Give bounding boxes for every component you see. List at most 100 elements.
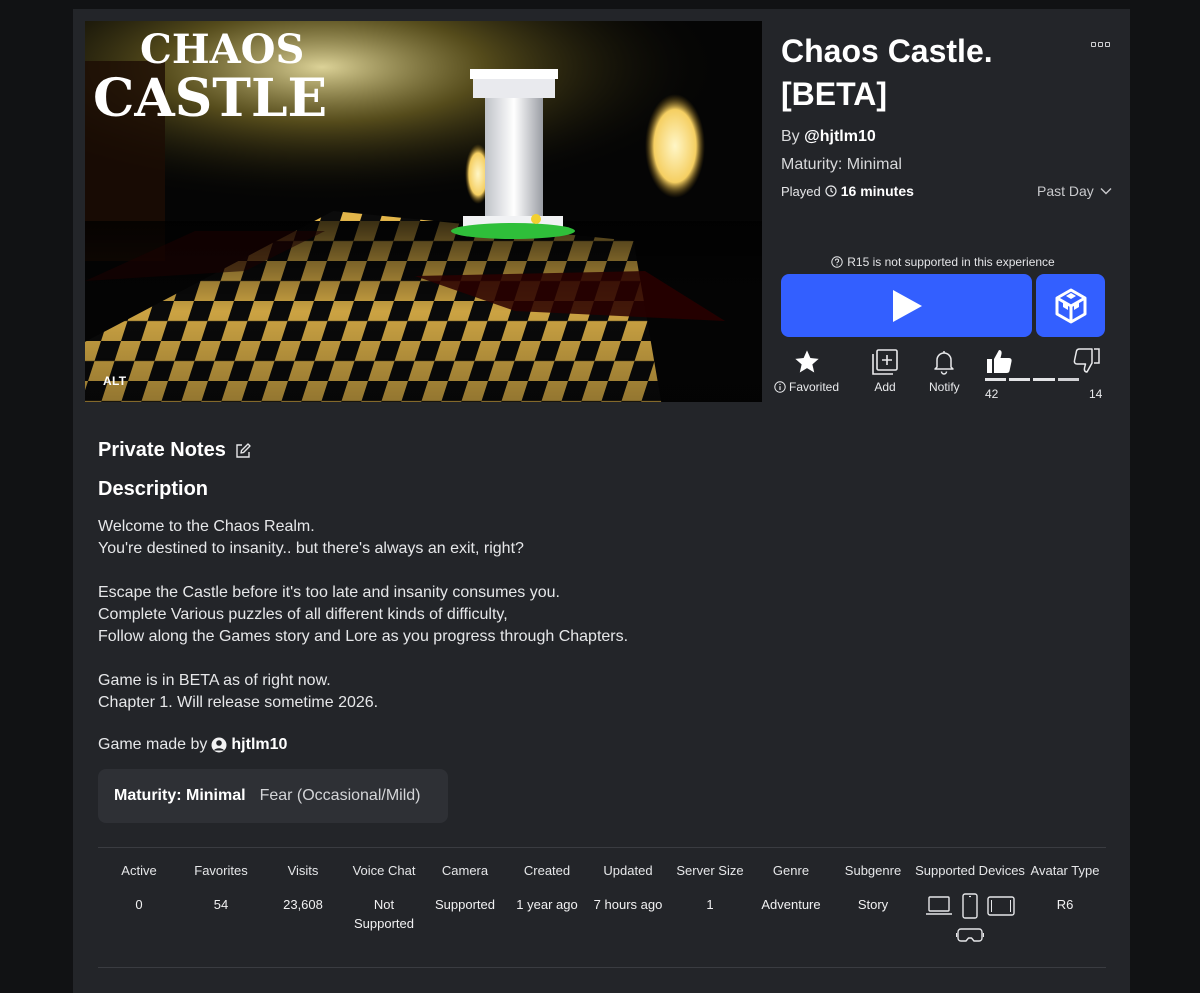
stat-active: Active 0 xyxy=(98,862,180,914)
stat-value: 7 hours ago xyxy=(593,897,663,912)
stat-label: Updated xyxy=(603,863,653,878)
played-duration: 16 minutes xyxy=(840,183,914,199)
game-title: Chaos Castle. [BETA] xyxy=(781,33,993,112)
chevron-down-icon xyxy=(1100,188,1112,195)
bell-icon xyxy=(934,351,955,375)
stat-value[interactable]: Adventure xyxy=(750,895,832,914)
game-thumbnail[interactable]: CHAOS CASTLE ALT xyxy=(85,21,762,402)
thumbs-up-icon xyxy=(987,350,1012,373)
played-label: Played xyxy=(781,183,821,199)
supported-devices-icons xyxy=(914,893,1026,943)
play-button[interactable] xyxy=(781,274,1032,337)
phone-icon xyxy=(962,893,978,919)
stat-label: Supported Devices xyxy=(915,863,1025,878)
stat-genre: Genre Adventure xyxy=(750,862,832,914)
vr-headset-icon xyxy=(956,928,984,942)
vote-bar-segment xyxy=(1057,378,1079,381)
downvote-button[interactable] xyxy=(1073,348,1101,379)
stat-value: Supported xyxy=(435,897,495,912)
description-line xyxy=(98,560,798,582)
notify-button[interactable]: Notify xyxy=(929,348,960,394)
stat-value: 54 xyxy=(213,897,229,912)
add-label: Add xyxy=(874,380,896,394)
stat-camera: Camera Supported xyxy=(424,862,506,914)
add-to-collection-icon xyxy=(872,349,898,375)
stat-visits: Visits 23,608 xyxy=(262,862,344,914)
vote-bar-segment xyxy=(1082,378,1103,381)
r15-notice: R15 is not supported in this experience xyxy=(781,255,1105,269)
stat-label: Avatar Type xyxy=(1030,863,1100,878)
info-icon xyxy=(774,381,786,393)
description-line: Escape the Castle before it's too late a… xyxy=(98,584,560,601)
maturity-rating: Maturity: Minimal xyxy=(781,156,902,173)
description-line: Complete Various puzzles of all differen… xyxy=(98,606,508,623)
computer-icon xyxy=(926,896,952,915)
description-line: Chapter 1. Will release sometime 2026. xyxy=(98,694,379,711)
favorite-button[interactable]: Favorited xyxy=(774,348,839,394)
stat-subgenre: Subgenre Story xyxy=(832,862,914,914)
downvote-count: 14 xyxy=(1089,387,1103,401)
thumbs-down-icon xyxy=(1073,348,1100,373)
stats-divider-bottom xyxy=(98,967,1106,968)
edit-icon[interactable] xyxy=(234,442,252,460)
stat-favorites: Favorites 54 xyxy=(180,862,262,914)
vote-bar-segment xyxy=(1033,378,1055,381)
favorite-label: Favorited xyxy=(789,380,840,394)
help-icon xyxy=(831,256,843,268)
stat-value[interactable]: Story xyxy=(832,895,914,914)
upvote-count: 42 xyxy=(985,387,999,401)
vote-bar-segment xyxy=(1009,378,1031,381)
upvote-button[interactable] xyxy=(985,348,1013,379)
by-prefix: By xyxy=(781,128,800,145)
stat-voice-chat: Voice Chat Not Supported xyxy=(340,862,428,933)
stat-value: Not Supported xyxy=(354,897,414,931)
stat-label: Visits xyxy=(287,863,319,878)
stat-value: 0 xyxy=(135,897,143,912)
stat-label: Genre xyxy=(772,863,810,878)
maturity-chip-value: Fear (Occasional/Mild) xyxy=(259,787,421,804)
stat-server-size: Server Size 1 xyxy=(669,862,751,914)
clock-icon xyxy=(825,185,837,197)
private-notes-heading: Private Notes xyxy=(98,439,252,462)
maturity-chip-key: Maturity: Minimal xyxy=(114,787,246,804)
vr-cube-icon xyxy=(1055,288,1086,323)
description-line xyxy=(98,648,798,670)
stat-avatar-type: Avatar Type R6 xyxy=(1024,862,1106,914)
playtime-info: Played 16 minutes xyxy=(781,183,914,199)
stat-label: Camera xyxy=(441,863,489,878)
stat-updated: Updated 7 hours ago xyxy=(587,862,669,914)
stat-value: 23,608 xyxy=(283,897,323,912)
made-by-user-link[interactable]: hjtlm10 xyxy=(231,736,287,754)
vote-ratio-bar xyxy=(985,378,1103,381)
made-by-prefix: Game made by xyxy=(98,736,208,753)
r15-notice-text: R15 is not supported in this experience xyxy=(847,255,1055,269)
star-icon xyxy=(794,350,819,373)
more-options-icon[interactable] xyxy=(1091,39,1113,49)
stat-label: Voice Chat xyxy=(352,863,416,878)
period-label: Past Day xyxy=(1037,183,1094,199)
stat-label: Server Size xyxy=(676,863,744,878)
stat-supported-devices: Supported Devices xyxy=(912,862,1028,880)
description-line: Game is in BETA as of right now. xyxy=(98,672,331,689)
description-line: You're destined to insanity.. but there'… xyxy=(98,540,524,557)
thumbnail-logo-line1: CHAOS xyxy=(140,26,304,73)
description-heading: Description xyxy=(98,478,209,500)
add-button[interactable]: Add xyxy=(871,348,899,394)
play-icon xyxy=(892,289,922,322)
stat-value: 1 year ago xyxy=(516,897,578,912)
stat-label: Favorites xyxy=(194,863,248,878)
vr-play-button[interactable] xyxy=(1036,274,1105,337)
stat-label: Created xyxy=(523,863,571,878)
stat-value: R6 xyxy=(1056,897,1074,912)
description-line: Welcome to the Chaos Realm. xyxy=(98,518,315,535)
notify-label: Notify xyxy=(929,380,960,394)
vote-bar-segment xyxy=(985,378,1007,381)
user-avatar-icon xyxy=(211,737,227,753)
stat-value: 1 xyxy=(706,897,714,912)
stat-label: Subgenre xyxy=(844,863,902,878)
private-notes-label: Private Notes xyxy=(98,439,226,461)
thumbnail-alt-label: ALT xyxy=(103,374,127,388)
stat-created: Created 1 year ago xyxy=(506,862,588,914)
period-dropdown[interactable]: Past Day xyxy=(1037,183,1112,199)
creator-link[interactable]: @hjtlm10 xyxy=(804,128,876,145)
